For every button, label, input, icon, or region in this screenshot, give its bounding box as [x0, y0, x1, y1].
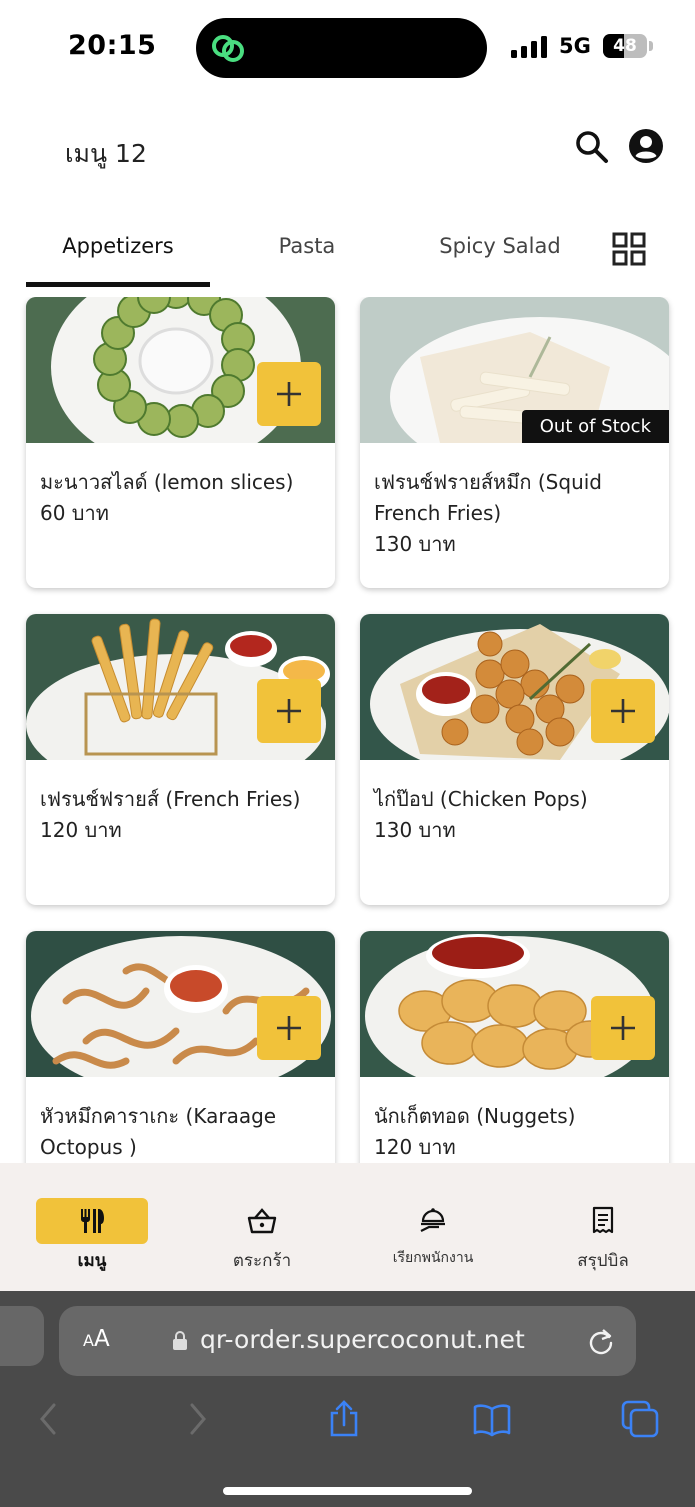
grid-view-icon[interactable]	[612, 232, 646, 266]
nav-item-basket[interactable]: ตระกร้า	[192, 1197, 332, 1277]
product-name: มะนาวสไลด์ (lemon slices)	[40, 470, 294, 494]
plus-icon	[611, 699, 635, 723]
product-card[interactable]: มะนาวสไลด์ (lemon slices) 60 บาท	[26, 297, 335, 588]
product-price: 120 บาท	[40, 818, 122, 842]
battery-nub	[649, 41, 653, 51]
product-name: เฟรนช์ฟรายส์ (French Fries)	[40, 787, 301, 811]
plus-icon	[277, 1016, 301, 1040]
nav-label: ตระกร้า	[232, 1251, 292, 1271]
product-price: 130 บาท	[374, 532, 456, 556]
product-info: นักเก็ตทอด (Nuggets) 120 บาท	[374, 1101, 659, 1163]
nav-item-menu[interactable]: เมนู	[22, 1197, 162, 1277]
network-type: 5G	[559, 34, 591, 58]
nav-item-bill[interactable]: สรุปบิล	[533, 1197, 673, 1277]
product-card[interactable]: นักเก็ตทอด (Nuggets) 120 บาท	[360, 931, 669, 1163]
product-name: หัวหมึกคาราเกะ (Karaage Octopus )	[40, 1104, 277, 1159]
product-name: นักเก็ตทอด (Nuggets)	[374, 1104, 576, 1128]
call-staff-icon	[420, 1208, 445, 1232]
out-of-stock-badge: Out of Stock	[521, 410, 669, 443]
battery-level: 48	[613, 36, 637, 56]
add-to-cart-button[interactable]	[257, 679, 321, 743]
product-card[interactable]: เฟรนช์ฟรายส์ (French Fries) 120 บาท	[26, 614, 335, 905]
url-text: qr-order.supercoconut.net	[200, 1325, 525, 1354]
add-to-cart-button[interactable]	[591, 679, 655, 743]
bookmarks-icon[interactable]	[472, 1399, 512, 1439]
tab-appetizers[interactable]: Appetizers	[26, 234, 210, 258]
basket-icon	[247, 1208, 277, 1234]
signal-icon	[511, 36, 547, 58]
dynamic-island	[196, 18, 487, 78]
back-icon[interactable]	[30, 1399, 66, 1439]
product-grid: มะนาวสไลด์ (lemon slices) 60 บาท Out of …	[0, 297, 695, 1163]
category-tabs: Appetizers Pasta Spicy Salad	[0, 218, 695, 290]
product-card[interactable]: Out of Stock เฟรนช์ฟรายส์หมึก (Squid Fre…	[360, 297, 669, 588]
product-info: เฟรนช์ฟรายส์ (French Fries) 120 บาท	[40, 784, 325, 846]
plus-icon	[611, 1016, 635, 1040]
nav-label: เรียกพนักงาน	[392, 1250, 474, 1266]
product-card[interactable]: หัวหมึกคาราเกะ (Karaage Octopus )	[26, 931, 335, 1163]
previous-tab-preview[interactable]	[0, 1306, 44, 1366]
home-indicator	[223, 1487, 472, 1495]
plus-icon	[277, 699, 301, 723]
address-bar[interactable]: AA qr-order.supercoconut.net	[59, 1306, 636, 1376]
lock-icon	[173, 1331, 187, 1350]
search-icon[interactable]	[574, 129, 610, 165]
nav-item-call-staff[interactable]: เรียกพนักงาน	[363, 1197, 503, 1277]
add-to-cart-button[interactable]	[257, 996, 321, 1060]
product-name: ไก่ป๊อป (Chicken Pops)	[374, 787, 588, 811]
add-to-cart-button[interactable]	[591, 996, 655, 1060]
product-info: มะนาวสไลด์ (lemon slices) 60 บาท	[40, 467, 325, 529]
utensils-icon	[81, 1209, 104, 1233]
browser-chrome: AA qr-order.supercoconut.net	[0, 1291, 695, 1507]
status-time: 20:15	[68, 30, 157, 61]
forward-icon[interactable]	[180, 1399, 216, 1439]
product-info: เฟรนช์ฟรายส์หมึก (Squid French Fries) 13…	[374, 467, 659, 560]
reload-icon[interactable]	[587, 1327, 615, 1355]
share-icon[interactable]	[326, 1399, 362, 1439]
page-title: เมนู 12	[65, 139, 147, 168]
nav-label: เมนู	[77, 1251, 107, 1271]
product-info: หัวหมึกคาราเกะ (Karaage Octopus )	[40, 1101, 325, 1163]
text-size-button[interactable]: AA	[83, 1326, 110, 1352]
product-price: 130 บาท	[374, 818, 456, 842]
receipt-icon	[592, 1206, 614, 1234]
active-tab-indicator	[26, 282, 210, 287]
product-card[interactable]: ไก่ป๊อป (Chicken Pops) 130 บาท	[360, 614, 669, 905]
tab-spicy-salad[interactable]: Spicy Salad	[408, 234, 592, 258]
browser-toolbar	[0, 1391, 695, 1447]
tabs-icon[interactable]	[620, 1399, 660, 1439]
product-price: 120 บาท	[374, 1135, 456, 1159]
tab-pasta[interactable]: Pasta	[215, 234, 399, 258]
status-bar: 20:15 5G 48	[0, 0, 695, 96]
product-name: เฟรนช์ฟรายส์หมึก (Squid French Fries)	[374, 470, 602, 525]
battery-icon: 48	[603, 34, 647, 58]
nav-label: สรุปบิล	[577, 1251, 629, 1271]
product-price: 60 บาท	[40, 501, 109, 525]
account-icon[interactable]	[628, 128, 664, 164]
add-to-cart-button[interactable]	[257, 362, 321, 426]
app-header: เมนู 12	[0, 96, 695, 206]
product-info: ไก่ป๊อป (Chicken Pops) 130 บาท	[374, 784, 659, 846]
plus-icon	[277, 382, 301, 406]
link-activity-icon	[212, 35, 244, 62]
bottom-nav: เมนู ตระกร้า เรียกพนักงาน สรุปบิล	[0, 1163, 695, 1291]
